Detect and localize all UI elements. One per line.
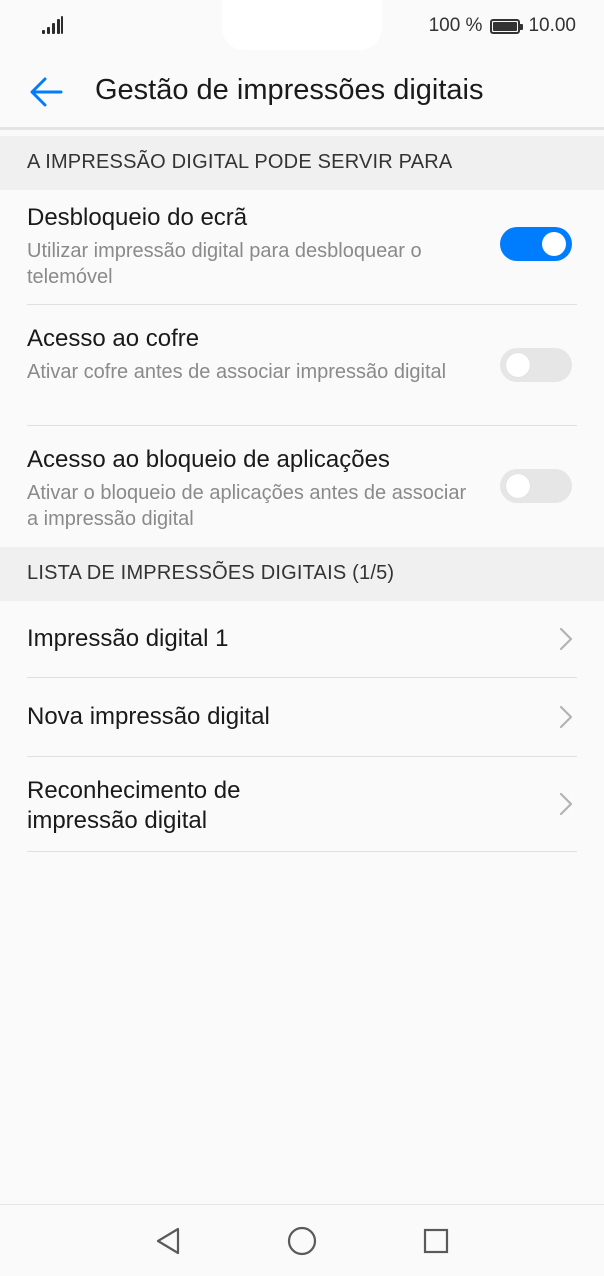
toggle-knob — [506, 474, 530, 498]
signal-icon — [42, 16, 64, 34]
section-header-usage: A IMPRESSÃO DIGITAL PODE SERVIR PARA — [0, 136, 604, 190]
list-item-label: Impressão digital 1 — [27, 625, 229, 652]
chevron-right-icon — [559, 792, 573, 816]
setting-row-safe-access[interactable]: Acesso ao cofre Ativar cofre antes de as… — [0, 305, 604, 426]
safe-access-toggle[interactable] — [500, 348, 572, 382]
back-button[interactable] — [22, 68, 70, 116]
battery-icon — [490, 18, 524, 34]
setting-row-app-lock-access[interactable]: Acesso ao bloqueio de aplicações Ativar … — [0, 426, 604, 547]
clock: 10.00 — [528, 15, 576, 36]
toggle-knob — [506, 353, 530, 377]
list-item-label: Nova impressão digital — [27, 703, 270, 730]
camera-notch — [222, 0, 382, 50]
chevron-right-icon — [559, 627, 573, 651]
nav-recents-button[interactable] — [418, 1223, 454, 1259]
system-navigation-bar — [0, 1204, 604, 1276]
list-item-new-fingerprint[interactable]: Nova impressão digital — [0, 678, 604, 757]
row-divider — [27, 851, 577, 852]
nav-home-button[interactable] — [284, 1223, 320, 1259]
status-bar: 100 % 10.00 — [0, 0, 604, 52]
toggle-knob — [542, 232, 566, 256]
circle-home-icon — [287, 1226, 317, 1256]
app-bar: Gestão de impressões digitais — [0, 52, 604, 128]
app-lock-access-toggle[interactable] — [500, 469, 572, 503]
status-right: 100 % 10.00 — [429, 14, 576, 38]
setting-title: Acesso ao bloqueio de aplicações — [27, 446, 390, 473]
section-header-label: LISTA DE IMPRESSÕES DIGITAIS (1/5) — [27, 562, 395, 584]
setting-row-screen-unlock[interactable]: Desbloqueio do ecrã Utilizar impressão d… — [0, 190, 604, 305]
chevron-right-icon — [559, 705, 573, 729]
triangle-back-icon — [156, 1227, 180, 1255]
screen-unlock-toggle[interactable] — [500, 227, 572, 261]
setting-subtitle: Ativar cofre antes de associar impressão… — [27, 361, 447, 383]
section-header-fingerprint-list: LISTA DE IMPRESSÕES DIGITAIS (1/5) — [0, 547, 604, 601]
page-title: Gestão de impressões digitais — [95, 74, 484, 106]
setting-subtitle: Ativar o bloqueio de aplicações antes de… — [27, 482, 467, 530]
battery-percentage: 100 % — [428, 15, 483, 36]
setting-title: Desbloqueio do ecrã — [27, 204, 248, 231]
list-item-label: Reconhecimento de impressão digital — [27, 777, 241, 834]
square-recents-icon — [423, 1228, 449, 1254]
arrow-left-icon — [30, 77, 63, 107]
setting-title: Acesso ao cofre — [27, 325, 200, 352]
list-item-fingerprint-1[interactable]: Impressão digital 1 — [0, 601, 604, 678]
nav-back-button[interactable] — [150, 1223, 186, 1259]
screen: 100 % 10.00 Gestão de impressões digitai… — [0, 0, 604, 1276]
app-bar-divider — [0, 127, 604, 130]
setting-subtitle: Utilizar impressão digital para desbloqu… — [27, 240, 422, 288]
section-header-label: A IMPRESSÃO DIGITAL PODE SERVIR PARA — [27, 151, 453, 173]
list-item-fingerprint-recognition[interactable]: Reconhecimento de impressão digital — [0, 757, 604, 852]
